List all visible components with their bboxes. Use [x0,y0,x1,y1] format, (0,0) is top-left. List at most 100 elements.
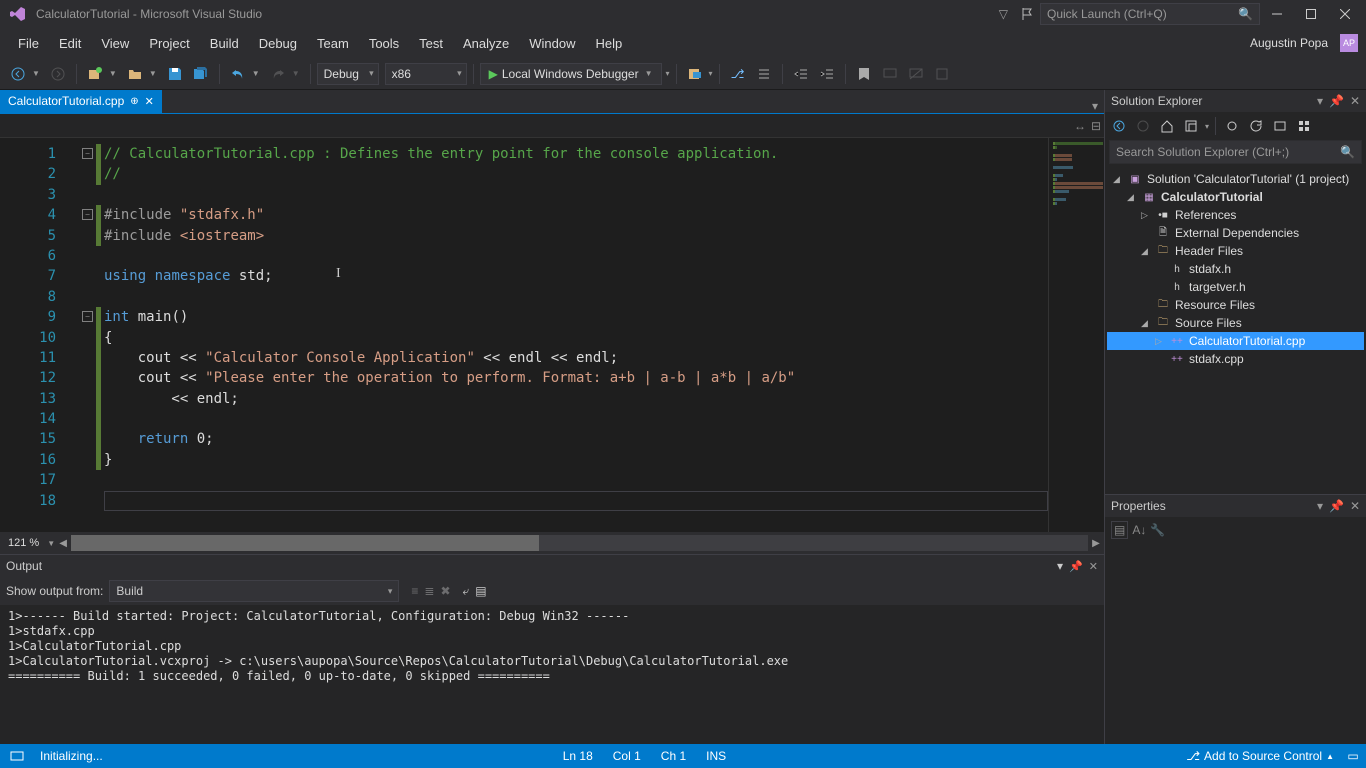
open-file-button[interactable] [123,62,147,86]
new-dropdown[interactable]: ▼ [109,62,121,86]
close-window-button[interactable] [1328,2,1362,26]
tree-node[interactable]: ++stdafx.cpp [1107,350,1364,368]
output-wrap-icon[interactable]: ⤶ [463,584,470,599]
pin-icon[interactable]: 📌 [1329,94,1344,108]
menu-build[interactable]: Build [200,30,249,57]
output-prev-icon[interactable]: ≡ [411,584,418,598]
code-button[interactable]: ⎇ [726,62,750,86]
new-project-button[interactable] [83,62,107,86]
se-solution-icon[interactable] [1181,116,1201,136]
zoom-level[interactable]: 121 % [0,537,47,549]
status-col[interactable]: Col 1 [603,749,651,763]
undo-button[interactable] [226,62,250,86]
output-text[interactable]: 1>------ Build started: Project: Calcula… [0,605,1104,744]
fold-toggle[interactable]: − [82,148,93,159]
user-name[interactable]: Augustin Popa [1242,30,1336,56]
panel-dropdown-icon[interactable]: ▾ [1057,559,1063,573]
platform-combo[interactable]: x86 [385,63,467,85]
start-debug-button[interactable]: ▶ Local Windows Debugger ▼ [480,63,662,85]
menu-window[interactable]: Window [519,30,585,57]
tree-node[interactable]: 🗀Source Files [1107,314,1364,332]
uncomment-button[interactable] [904,62,928,86]
minimap[interactable] [1048,138,1104,532]
tree-node[interactable]: ▣Solution 'CalculatorTutorial' (1 projec… [1107,170,1364,188]
user-avatar[interactable]: AP [1340,34,1358,52]
tree-node[interactable]: hstdafx.h [1107,260,1364,278]
add-to-source-control[interactable]: ⎇ Add to Source Control ▲ [1176,749,1344,763]
nav-back-button[interactable] [6,62,30,86]
menu-tools[interactable]: Tools [359,30,409,57]
tab-calculatortutorial[interactable]: CalculatorTutorial.cpp ⊕ ✕ [0,90,162,113]
pin-icon[interactable]: 📌 [1329,499,1344,513]
split-vertical-icon[interactable]: ⊟ [1088,114,1104,137]
find-button[interactable] [930,62,954,86]
save-all-button[interactable] [189,62,213,86]
quick-launch-input[interactable]: Quick Launch (Ctrl+Q) 🔍 [1040,3,1260,25]
menu-team[interactable]: Team [307,30,359,57]
filter-icon[interactable]: ▽ [999,7,1008,21]
tree-node[interactable]: ++CalculatorTutorial.cpp [1107,332,1364,350]
open-dropdown[interactable]: ▼ [149,62,161,86]
fold-toggle[interactable]: − [82,209,93,220]
menu-file[interactable]: File [8,30,49,57]
se-fwd-icon[interactable] [1133,116,1153,136]
status-ch[interactable]: Ch 1 [651,749,696,763]
redo-dropdown[interactable]: ▼ [292,62,304,86]
undo-dropdown[interactable]: ▼ [252,62,264,86]
prop-wrench-icon[interactable]: 🔧 [1150,523,1165,537]
solution-tree[interactable]: ▣Solution 'CalculatorTutorial' (1 projec… [1105,168,1366,494]
outdent-button[interactable] [789,62,813,86]
tab-overflow-dropdown[interactable]: ▾ [1086,99,1104,113]
se-back-icon[interactable] [1109,116,1129,136]
menu-analyze[interactable]: Analyze [453,30,519,57]
output-next-icon[interactable]: ≣ [424,584,434,598]
minimize-button[interactable] [1260,2,1294,26]
config-combo[interactable]: Debug [317,63,379,85]
split-horizontal-icon[interactable]: ↔ [1072,114,1088,137]
se-sync-icon[interactable] [1222,116,1242,136]
menu-edit[interactable]: Edit [49,30,91,57]
status-ins[interactable]: INS [696,749,736,763]
indent-button[interactable] [815,62,839,86]
pin-icon[interactable]: 📌 [1069,560,1083,573]
close-icon[interactable]: ✕ [1350,499,1360,513]
panel-dropdown-icon[interactable]: ▾ [1317,499,1323,513]
output-clear-icon[interactable]: ✖ [440,584,450,598]
se-showall-icon[interactable] [1294,116,1314,136]
menu-view[interactable]: View [91,30,139,57]
output-toggle-icon[interactable]: ▤ [475,584,486,598]
tree-node[interactable]: htargetver.h [1107,278,1364,296]
tree-node[interactable]: 🗎External Dependencies [1107,224,1364,242]
tab-close-icon[interactable]: ✕ [145,95,154,108]
process-button[interactable] [683,62,707,86]
code-area[interactable]: // CalculatorTutorial.cpp : Defines the … [78,138,1048,532]
fold-toggle[interactable]: − [82,311,93,322]
solution-search-input[interactable]: Search Solution Explorer (Ctrl+;) 🔍 [1109,140,1362,164]
se-refresh-icon[interactable] [1246,116,1266,136]
code-editor[interactable]: 123456789101112131415161718 // Calculato… [0,138,1104,532]
menu-test[interactable]: Test [409,30,453,57]
alphabetical-icon[interactable]: A↓ [1132,523,1146,537]
pin-icon[interactable]: ⊕ [130,96,138,107]
close-icon[interactable]: ✕ [1089,560,1098,573]
list-button[interactable] [752,62,776,86]
se-home-icon[interactable] [1157,116,1177,136]
nav-back-dropdown[interactable]: ▼ [32,62,44,86]
menu-debug[interactable]: Debug [249,30,307,57]
scroll-right-icon[interactable]: ▶ [1088,538,1104,549]
save-button[interactable] [163,62,187,86]
tree-node[interactable]: 🗀Resource Files [1107,296,1364,314]
flag-icon[interactable] [1020,7,1034,21]
notifications-icon[interactable]: ▭ [1344,749,1362,763]
scroll-left-icon[interactable]: ◀ [55,538,71,549]
panel-dropdown-icon[interactable]: ▾ [1317,94,1323,108]
status-line[interactable]: Ln 18 [553,749,603,763]
categorized-icon[interactable]: ▤ [1111,521,1128,539]
menu-help[interactable]: Help [586,30,633,57]
comment-button[interactable] [878,62,902,86]
tree-node[interactable]: ▦CalculatorTutorial [1107,188,1364,206]
properties-grid[interactable] [1105,543,1366,744]
redo-button[interactable] [266,62,290,86]
menu-project[interactable]: Project [139,30,199,57]
tree-node[interactable]: 🗀Header Files [1107,242,1364,260]
